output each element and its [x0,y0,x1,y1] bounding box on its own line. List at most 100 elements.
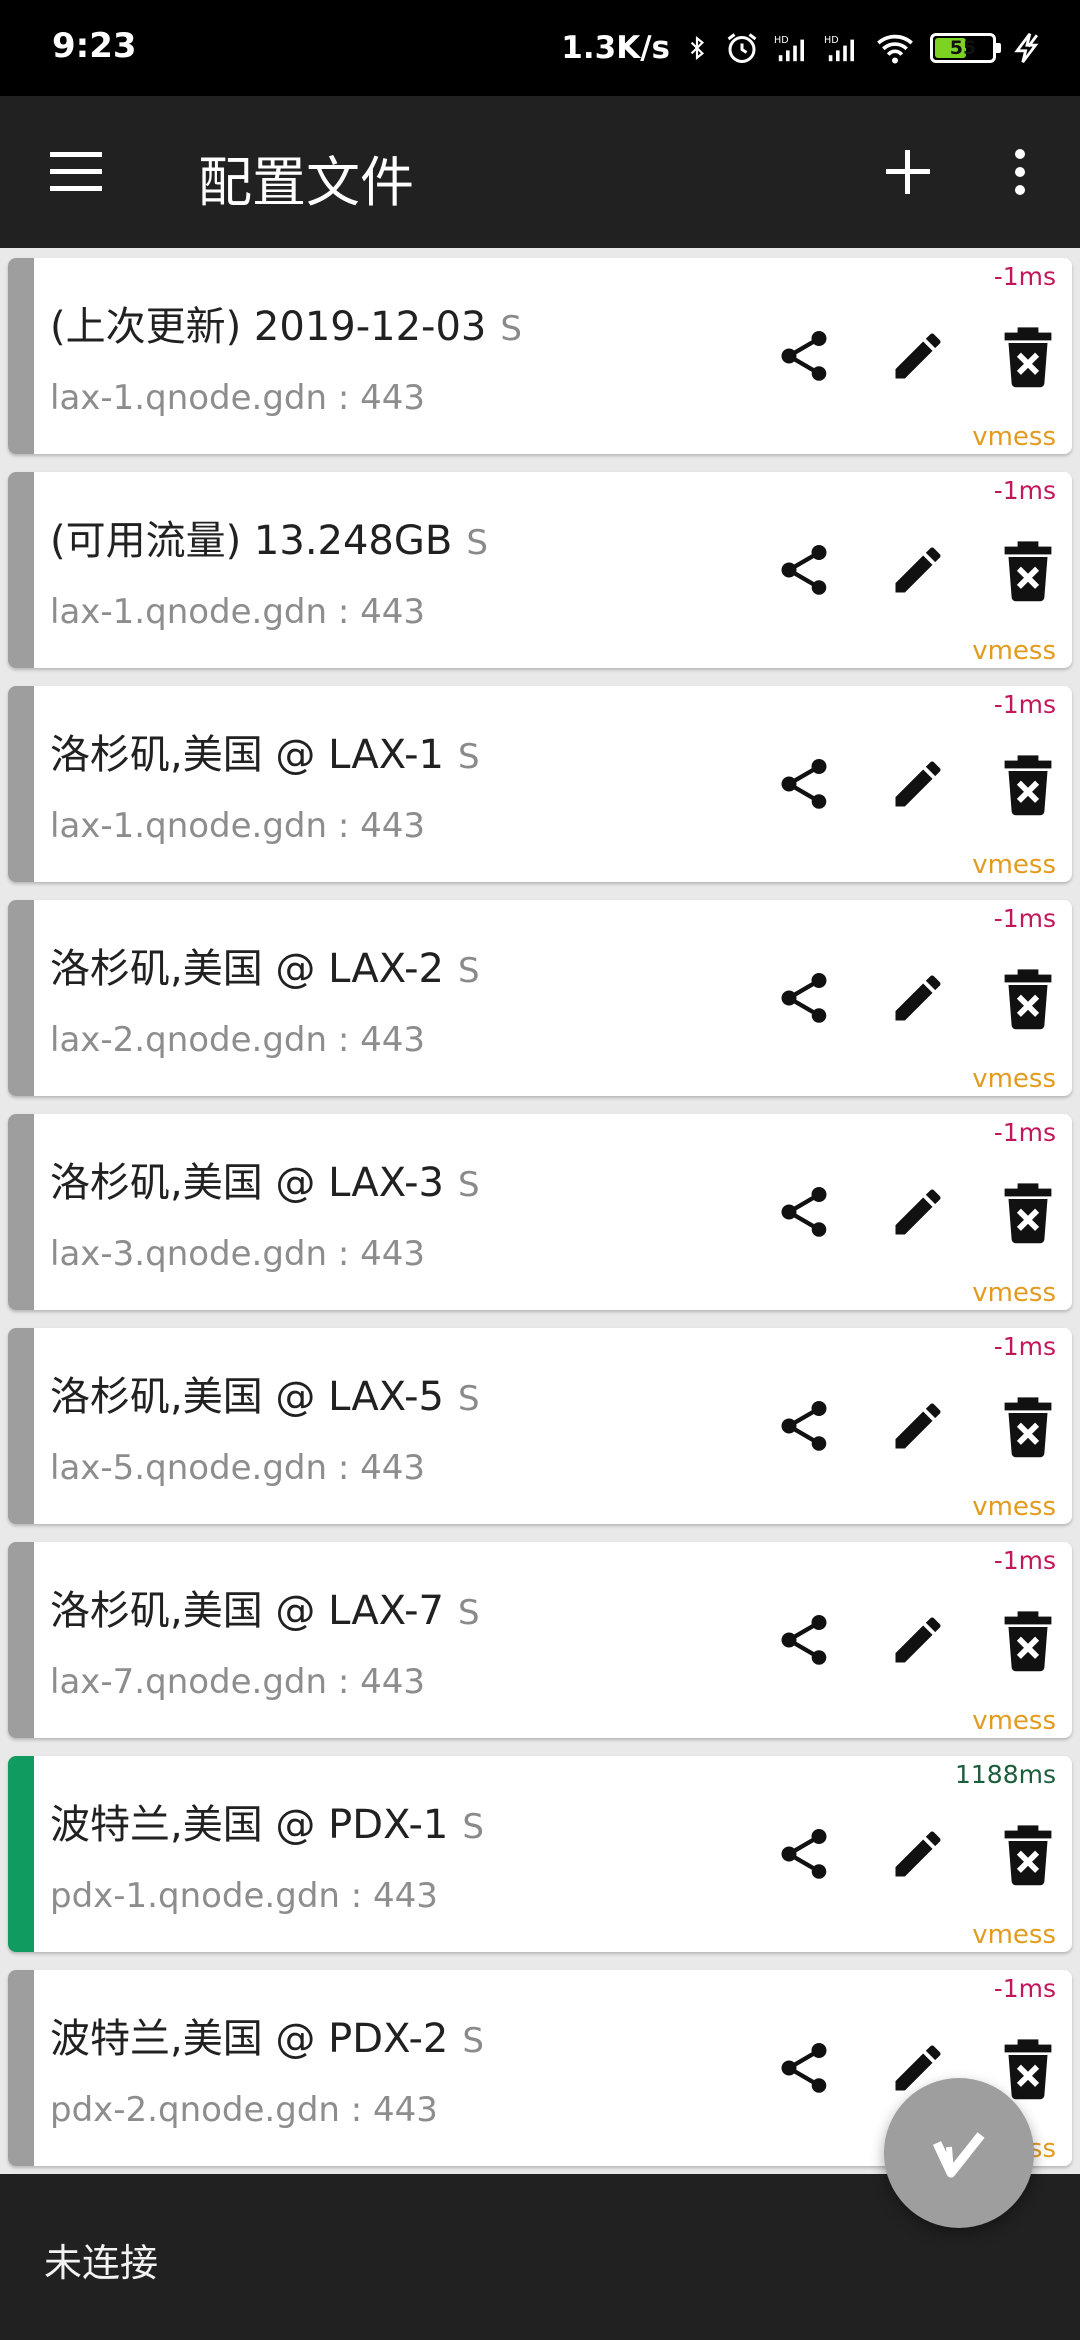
server-card[interactable]: (可用流量) 13.248GB S lax-1.qnode.gdn : 443 -… [8,472,1072,668]
hd-signal-icon: HD [774,35,804,62]
battery-level: 55 [949,37,977,59]
status-bar: 9:23 1.3K/s HD HD 55 [0,0,1080,96]
server-address: lax-2.qnode.gdn : 443 [50,1020,426,1060]
server-name: 洛杉矶,美国 @ LAX-3 S [50,1150,480,1208]
share-icon[interactable] [774,2038,834,2098]
server-type-badge: S [458,1165,480,1205]
delete-icon[interactable] [1002,752,1054,816]
svg-text:HD: HD [824,35,839,46]
server-address: lax-3.qnode.gdn : 443 [50,1234,426,1274]
delete-icon[interactable] [1002,1394,1054,1458]
server-name: 洛杉矶,美国 @ LAX-2 S [50,936,480,994]
net-speed: 1.3K/s [561,30,670,66]
server-name-text: (上次更新) 2019-12-03 [50,304,487,350]
latency-label: -1ms [993,262,1056,291]
server-type-badge: S [458,737,480,777]
hd-signal-icon: HD [824,35,854,62]
protocol-label: vmess [972,1064,1056,1094]
edit-icon[interactable] [888,1396,948,1456]
share-icon[interactable] [774,326,834,386]
selection-indicator [8,1114,34,1310]
selection-indicator [8,258,34,454]
delete-icon[interactable] [1002,324,1054,388]
server-name-text: 波特兰,美国 @ PDX-2 [50,2016,449,2062]
bluetooth-icon [690,35,705,61]
server-card[interactable]: 洛杉矶,美国 @ LAX-2 S lax-2.qnode.gdn : 443 -1… [8,900,1072,1096]
edit-icon[interactable] [888,1182,948,1242]
delete-icon[interactable] [1002,2036,1054,2100]
selection-indicator [8,1542,34,1738]
edit-icon[interactable] [888,1824,948,1884]
server-type-badge: S [500,309,522,349]
selection-indicator [8,472,34,668]
wifi-icon [877,34,913,64]
server-address: lax-1.qnode.gdn : 443 [50,592,426,632]
latency-label: -1ms [993,1332,1056,1361]
share-icon[interactable] [774,540,834,600]
delete-icon[interactable] [1002,1608,1054,1672]
selection-indicator [8,1970,34,2166]
latency-label: 1188ms [954,1760,1056,1789]
latency-label: -1ms [993,904,1056,933]
server-name: 洛杉矶,美国 @ LAX-7 S [50,1578,480,1636]
more-vert-icon[interactable] [1000,142,1040,202]
delete-icon[interactable] [1002,538,1054,602]
server-type-badge: S [458,951,480,991]
server-type-badge: S [458,1379,480,1419]
app-bar: 配置文件 [0,96,1080,248]
protocol-label: vmess [972,1492,1056,1522]
share-icon[interactable] [774,1610,834,1670]
selection-indicator [8,1756,34,1952]
latency-label: -1ms [993,1546,1056,1575]
charging-icon [1014,32,1039,64]
share-icon[interactable] [774,968,834,1028]
edit-icon[interactable] [888,326,948,386]
protocol-label: vmess [972,1706,1056,1736]
selection-indicator [8,1328,34,1524]
protocol-label: vmess [972,422,1056,452]
server-name-text: 洛杉矶,美国 @ LAX-5 [50,1374,445,1420]
edit-icon[interactable] [888,968,948,1028]
server-card[interactable]: (上次更新) 2019-12-03 S lax-1.qnode.gdn : 443… [8,258,1072,454]
latency-label: -1ms [993,476,1056,505]
server-name-text: 洛杉矶,美国 @ LAX-1 [50,732,445,778]
server-name-text: 洛杉矶,美国 @ LAX-3 [50,1160,445,1206]
server-type-badge: S [466,523,488,563]
server-card[interactable]: 洛杉矶,美国 @ LAX-3 S lax-3.qnode.gdn : 443 -1… [8,1114,1072,1310]
protocol-label: vmess [972,636,1056,666]
protocol-label: vmess [972,850,1056,880]
share-icon[interactable] [774,1824,834,1884]
status-time: 9:23 [52,26,137,66]
edit-icon[interactable] [888,754,948,814]
connection-status: 未连接 [44,2241,159,2285]
server-name: 洛杉矶,美国 @ LAX-1 S [50,722,480,780]
share-icon[interactable] [774,1182,834,1242]
battery-icon: 55 [930,33,1001,63]
share-icon[interactable] [774,1396,834,1456]
server-name: (可用流量) 13.248GB S [50,508,488,566]
server-card[interactable]: 洛杉矶,美国 @ LAX-1 S lax-1.qnode.gdn : 443 -1… [8,686,1072,882]
delete-icon[interactable] [1002,966,1054,1030]
edit-icon[interactable] [888,1610,948,1670]
delete-icon[interactable] [1002,1180,1054,1244]
server-card[interactable]: 波特兰,美国 @ PDX-1 S pdx-1.qnode.gdn : 443 11… [8,1756,1072,1952]
server-name-text: 洛杉矶,美国 @ LAX-7 [50,1588,445,1634]
svg-text:HD: HD [774,35,789,46]
edit-icon[interactable] [888,540,948,600]
status-icons: 1.3K/s HD HD 55 [561,24,1044,72]
server-name-text: (可用流量) 13.248GB [50,518,453,564]
delete-icon[interactable] [1002,1822,1054,1886]
protocol-label: vmess [972,1278,1056,1308]
share-icon[interactable] [774,754,834,814]
v-logo-icon [932,2132,985,2178]
menu-icon[interactable] [50,146,102,198]
add-icon[interactable] [878,142,938,202]
server-address: lax-1.qnode.gdn : 443 [50,806,426,846]
server-address: lax-5.qnode.gdn : 443 [50,1448,426,1488]
server-address: lax-1.qnode.gdn : 443 [50,378,426,418]
server-card[interactable]: 洛杉矶,美国 @ LAX-5 S lax-5.qnode.gdn : 443 -1… [8,1328,1072,1524]
server-card[interactable]: 洛杉矶,美国 @ LAX-7 S lax-7.qnode.gdn : 443 -1… [8,1542,1072,1738]
connect-fab[interactable] [884,2078,1034,2228]
server-name: 洛杉矶,美国 @ LAX-5 S [50,1364,480,1422]
selection-indicator [8,686,34,882]
